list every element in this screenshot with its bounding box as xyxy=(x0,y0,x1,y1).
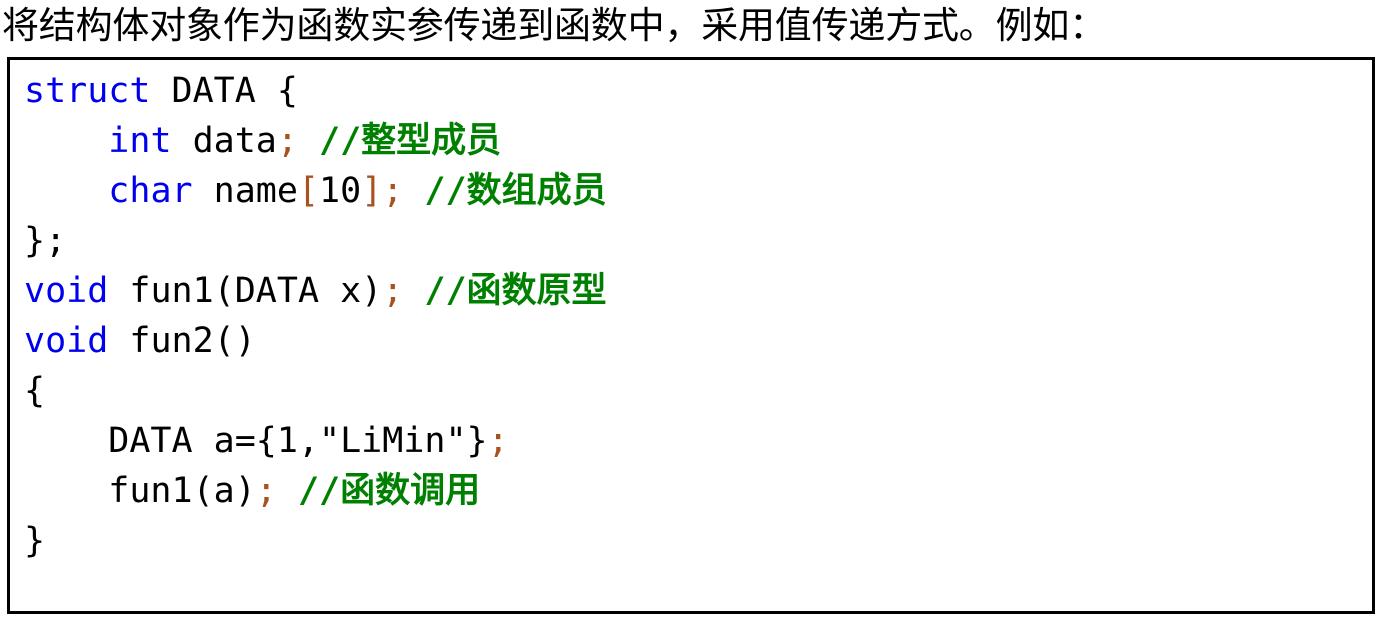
code-token-plain: data xyxy=(171,121,277,161)
code-line: fun1(a); //函数调用 xyxy=(24,466,1372,516)
page-root: 将结构体对象作为函数实参传递到函数中，采用值传递方式。例如： struct DA… xyxy=(0,0,1381,618)
code-token-number: 10 xyxy=(319,171,362,211)
intro-paragraph: 将结构体对象作为函数实参传递到函数中，采用值传递方式。例如： xyxy=(2,4,1106,47)
code-token-plain: } xyxy=(24,521,46,561)
code-line: struct DATA { xyxy=(24,66,1372,116)
code-token-comment: //函数原型 xyxy=(424,271,607,311)
code-token-plain: }; xyxy=(24,221,67,261)
code-token-punctuation: [ xyxy=(297,171,320,211)
code-block-container: struct DATA { int data; //整型成员 char name… xyxy=(7,57,1375,614)
code-token-plain: fun2() xyxy=(108,321,256,361)
code-token-plain: fun1(a) xyxy=(24,471,256,511)
code-token-punctuation: ; xyxy=(487,421,509,461)
code-token-punctuation: ; xyxy=(255,471,277,511)
code-line: DATA a={1,"LiMin"}; xyxy=(24,416,1372,466)
code-token-string: "LiMin" xyxy=(319,421,467,461)
code-line: { xyxy=(24,366,1372,416)
code-line: } xyxy=(24,516,1372,566)
code-token-punctuation: ; xyxy=(382,271,404,311)
code-token-keyword: void xyxy=(24,321,109,361)
code-token-punctuation: ; xyxy=(276,121,298,161)
code-token-keyword: struct xyxy=(24,71,151,111)
code-line: char name[10]; //数组成员 xyxy=(24,166,1372,216)
code-token-plain: } xyxy=(466,421,488,461)
code-token-keyword: void xyxy=(24,271,109,311)
code-token-comment: //整型成员 xyxy=(319,121,502,161)
code-token-comment: //函数调用 xyxy=(297,471,481,511)
code-listing: struct DATA { int data; //整型成员 char name… xyxy=(24,66,1372,566)
code-token-plain: , xyxy=(297,421,320,461)
code-token-plain: fun1(DATA x) xyxy=(108,271,383,311)
code-line: }; xyxy=(24,216,1372,266)
code-token-comment: //数组成员 xyxy=(424,171,607,211)
code-line: void fun1(DATA x); //函数原型 xyxy=(24,266,1372,316)
code-line: int data; //整型成员 xyxy=(24,116,1372,166)
code-token-plain: DATA a={ xyxy=(24,421,277,461)
code-token-plain: name xyxy=(192,171,298,211)
code-token-keyword: int xyxy=(108,121,172,161)
code-token-punctuation: ; xyxy=(382,171,404,211)
code-token-plain: { xyxy=(24,371,46,411)
code-line: void fun2() xyxy=(24,316,1372,366)
code-token-punctuation: ] xyxy=(361,171,383,211)
code-token-keyword: char xyxy=(108,171,193,211)
code-token-plain: DATA { xyxy=(150,71,298,111)
code-token-number: 1 xyxy=(276,421,298,461)
